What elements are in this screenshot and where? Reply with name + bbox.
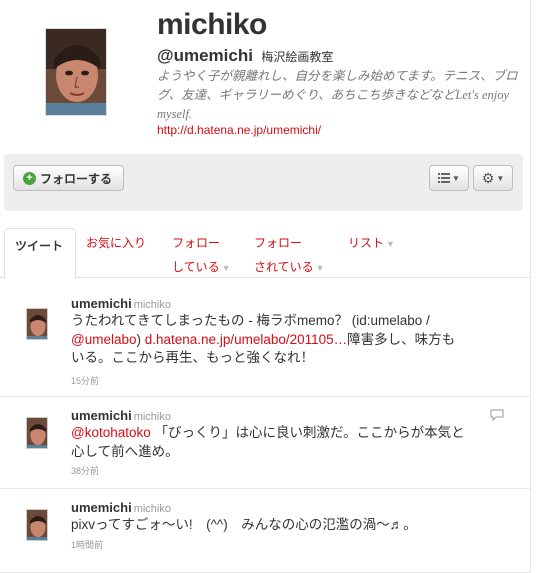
tweet-mention[interactable]: @umelabo: [71, 332, 137, 347]
tweet-item[interactable]: umemichi michiko うたわれてきてしまったもの - 梅ラボmemo？…: [0, 279, 531, 397]
action-bar: + フォローする ▼ ⚙ ▼: [4, 154, 523, 211]
tab-lists-label: リスト: [348, 236, 385, 250]
chevron-down-icon: ▼: [496, 173, 505, 183]
tweet-text-fragment: ): [136, 331, 145, 347]
gear-icon: ⚙: [481, 169, 495, 186]
profile-page: michiko @umemichi 梅沢絵画教室 ようやく子が親離れし、自分を楽…: [0, 0, 545, 573]
tab-lists[interactable]: リスト ▼: [348, 231, 395, 256]
tab-followers-line1: フォロー: [254, 236, 303, 250]
tweet-text: @kotohatoko 「びっくり」は心に良い刺激だ。ここからが本気と 心して前…: [71, 424, 511, 461]
follow-button[interactable]: + フォローする: [13, 165, 124, 191]
tweet-text-line: いる。ここから再生、もっと強くなれ！: [71, 350, 314, 365]
follow-label: フォローする: [40, 171, 113, 186]
profile-bio: ようやく子が親離れし、自分を楽しみ始めてます。テニス、ブログ、友達、ギャラリーめ…: [157, 69, 518, 121]
handle-row: @umemichi 梅沢絵画教室: [157, 46, 333, 66]
tweet-text: うたわれてきてしまったもの - 梅ラボmemo？ (id:umelabo / @…: [71, 312, 511, 368]
tweet-timestamp[interactable]: 38分前: [71, 464, 99, 477]
tweet-item[interactable]: umemichi michiko @kotohatoko 「びっくり」は心に良い刺…: [0, 397, 531, 489]
profile-url[interactable]: http://d.hatena.ne.jp/umemichi/: [157, 123, 321, 137]
tab-tweets[interactable]: ツイート: [4, 228, 76, 279]
profile-location: 梅沢絵画教室: [261, 50, 334, 64]
profile-tabs: ツイート お気に入り フォロー している ▼ フォロー されている ▼ リスト ▼: [0, 226, 531, 280]
tweet-text-line: うたわれてきてしまったもの - 梅ラボmemo？ (id:umelabo /: [71, 313, 430, 328]
list-menu-button[interactable]: ▼: [429, 165, 469, 191]
chevron-down-icon: ▼: [315, 263, 325, 273]
tweet-mention[interactable]: @kotohatoko: [71, 425, 151, 440]
tab-following-line1: フォロー: [172, 236, 221, 250]
avatar[interactable]: [26, 308, 48, 340]
tweet-item[interactable]: umemichi michiko pixvってすごォ〜い! (^^) みんなの心の…: [0, 489, 531, 573]
tab-followers-line2: されている: [254, 260, 314, 274]
tweet-text-fragment: 「びっくり」は心に良い刺激だ。ここからが本気と: [154, 425, 465, 440]
tweet-timestamp[interactable]: 1時間前: [71, 538, 103, 551]
tweet-header: umemichi michiko: [71, 295, 171, 313]
tweet-header: umemichi michiko: [71, 499, 171, 517]
tweet-username[interactable]: umemichi: [71, 408, 132, 423]
tweet-text: pixvってすごォ〜い! (^^) みんなの心の氾濫の渦〜♬。: [71, 517, 417, 532]
tweet-text-line: 心して前へ進め。: [71, 443, 179, 459]
tab-following-line2: している: [172, 260, 220, 274]
tweet-display-name: michiko: [133, 299, 171, 311]
reply-icon[interactable]: [490, 409, 504, 421]
profile-avatar[interactable]: [45, 28, 107, 116]
tweet-header: umemichi michiko: [71, 407, 171, 425]
chevron-down-icon: ▼: [386, 239, 395, 249]
tab-followers[interactable]: フォロー されている ▼: [254, 231, 325, 280]
settings-menu-button[interactable]: ⚙ ▼: [473, 165, 513, 191]
profile-handle: @umemichi: [157, 46, 253, 65]
tweet-display-name: michiko: [133, 503, 171, 515]
tab-favorites[interactable]: お気に入り: [86, 231, 146, 255]
tweet-link[interactable]: d.hatena.ne.jp/umelabo/201105…: [145, 332, 347, 347]
tweet-display-name: michiko: [133, 411, 171, 423]
avatar[interactable]: [26, 417, 48, 449]
tab-following[interactable]: フォロー している ▼: [172, 231, 231, 280]
profile-name: michiko: [157, 8, 267, 41]
chevron-down-icon: ▼: [452, 173, 460, 183]
tweet-username[interactable]: umemichi: [71, 296, 132, 311]
tweet-username[interactable]: umemichi: [71, 500, 132, 515]
avatar[interactable]: [26, 509, 48, 541]
tweet-text-fragment: 障害多し、味方も: [347, 331, 456, 347]
chevron-down-icon: ▼: [221, 263, 231, 273]
tweet-timestamp[interactable]: 15分前: [71, 374, 99, 387]
list-icon: [438, 173, 451, 183]
plus-icon: +: [23, 171, 36, 185]
